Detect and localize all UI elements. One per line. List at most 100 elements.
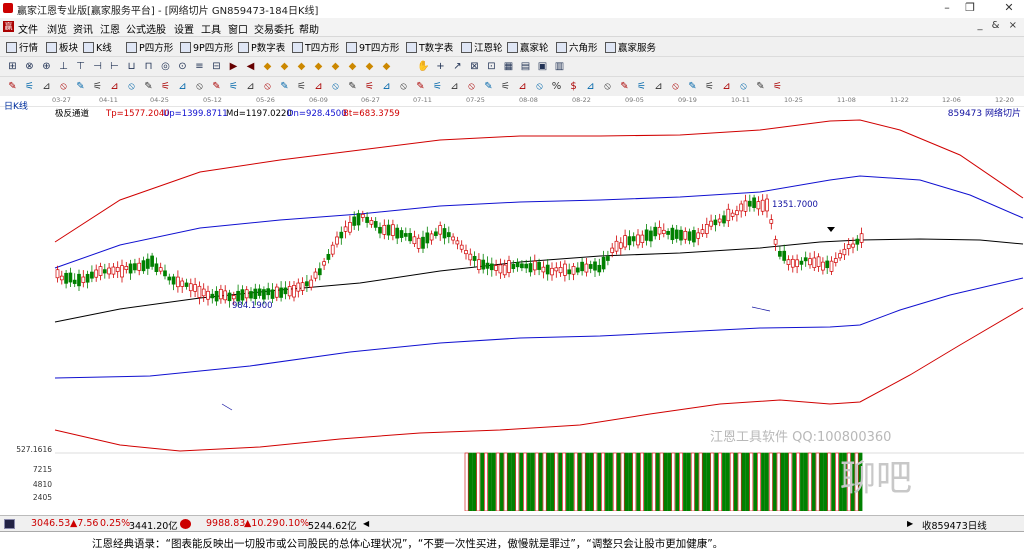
analysis-tool-icon[interactable]: ⚟ <box>635 80 648 93</box>
menu-settings[interactable]: 设置 <box>174 21 194 36</box>
sh-index-value[interactable]: 3046.53 <box>31 518 70 529</box>
drawing-tool-icon[interactable]: ◆ <box>278 60 291 73</box>
analysis-tool-icon[interactable]: ⊿ <box>516 80 529 93</box>
analysis-tool-icon[interactable]: ✎ <box>142 80 155 93</box>
analysis-tool-icon[interactable]: ⊿ <box>380 80 393 93</box>
analysis-tool-icon[interactable]: $ <box>567 80 580 93</box>
drawing-tool-icon[interactable]: ⊔ <box>125 60 138 73</box>
menu-browse[interactable]: 浏览 <box>47 21 67 36</box>
toolbar-button-1[interactable]: 行情 <box>6 40 38 54</box>
analysis-tool-icon[interactable]: ✎ <box>210 80 223 93</box>
drawing-tool-icon[interactable]: ◆ <box>312 60 325 73</box>
drawing-tool-icon[interactable]: ▦ <box>502 60 515 73</box>
drawing-tool-icon[interactable]: ⊟ <box>210 60 223 73</box>
drawing-tool-icon[interactable]: ▣ <box>536 60 549 73</box>
analysis-tool-icon[interactable]: ⊿ <box>40 80 53 93</box>
drawing-tool-icon[interactable]: ◆ <box>363 60 376 73</box>
analysis-tool-icon[interactable]: % <box>550 80 563 93</box>
drawing-tool-icon[interactable]: ◀ <box>244 60 257 73</box>
toolbar-button-8[interactable]: 9T四方形 <box>346 40 399 54</box>
drawing-tool-icon[interactable]: ⊢ <box>108 60 121 73</box>
menu-file[interactable]: 文件 <box>18 21 38 36</box>
analysis-tool-icon[interactable]: ⦸ <box>261 80 274 93</box>
drawing-tool-icon[interactable]: ⊙ <box>176 60 189 73</box>
toolbar-button-5[interactable]: 9P四方形 <box>180 40 233 54</box>
analysis-tool-icon[interactable]: ⦸ <box>193 80 206 93</box>
scroll-left-button[interactable]: ◀ <box>363 519 369 528</box>
close-button[interactable]: ✕ <box>994 0 1024 17</box>
sz-index-value[interactable]: 9988.83 <box>206 518 245 529</box>
drawing-tool-icon[interactable]: ⊓ <box>142 60 155 73</box>
analysis-tool-icon[interactable]: ⦸ <box>533 80 546 93</box>
drawing-tool-icon[interactable]: ◆ <box>295 60 308 73</box>
mdi-controls[interactable]: _ & × <box>977 20 1020 31</box>
analysis-tool-icon[interactable]: ⊿ <box>652 80 665 93</box>
analysis-tool-icon[interactable]: ⊿ <box>244 80 257 93</box>
analysis-tool-icon[interactable]: ✎ <box>618 80 631 93</box>
analysis-tool-icon[interactable]: ⚟ <box>431 80 444 93</box>
drawing-tool-icon[interactable]: ◎ <box>159 60 172 73</box>
analysis-tool-icon[interactable]: ⊿ <box>448 80 461 93</box>
analysis-tool-icon[interactable]: ⚟ <box>703 80 716 93</box>
analysis-tool-icon[interactable]: ⦸ <box>329 80 342 93</box>
drawing-tool-icon[interactable]: ⊣ <box>91 60 104 73</box>
analysis-tool-icon[interactable]: ⚟ <box>23 80 36 93</box>
drawing-tool-icon[interactable]: ≡ <box>193 60 206 73</box>
analysis-tool-icon[interactable]: ⊿ <box>312 80 325 93</box>
analysis-tool-icon[interactable]: ⦸ <box>397 80 410 93</box>
menu-gann[interactable]: 江恩 <box>100 21 120 36</box>
toolbar-button-11[interactable]: 赢家轮 <box>507 40 549 54</box>
analysis-tool-icon[interactable]: ⦸ <box>57 80 70 93</box>
analysis-tool-icon[interactable]: ⦸ <box>737 80 750 93</box>
toolbar-button-10[interactable]: 江恩轮 <box>461 40 503 54</box>
analysis-tool-icon[interactable]: ⦸ <box>669 80 682 93</box>
restore-button[interactable]: ❐ <box>955 0 985 17</box>
analysis-tool-icon[interactable]: ⚟ <box>771 80 784 93</box>
menu-help[interactable]: 帮助 <box>299 21 319 36</box>
analysis-tool-icon[interactable]: ⊿ <box>584 80 597 93</box>
analysis-tool-icon[interactable]: ⦸ <box>601 80 614 93</box>
kline-chart[interactable]: 极反通道 Tp=1577.2040Up=1399.8711Md=1197.0220… <box>0 106 1024 511</box>
analysis-tool-icon[interactable]: ✎ <box>482 80 495 93</box>
drawing-tool-icon[interactable]: ⊤ <box>74 60 87 73</box>
toolbar-button-7[interactable]: T四方形 <box>292 40 339 54</box>
drawing-tool-icon[interactable]: ◆ <box>380 60 393 73</box>
drawing-tool-icon[interactable]: ◆ <box>329 60 342 73</box>
toolbar-button-9[interactable]: T数字表 <box>406 40 453 54</box>
analysis-tool-icon[interactable]: ⚟ <box>363 80 376 93</box>
toolbar-button-12[interactable]: 六角形 <box>556 40 598 54</box>
analysis-tool-icon[interactable]: ✎ <box>686 80 699 93</box>
analysis-tool-icon[interactable]: ✎ <box>414 80 427 93</box>
menu-window[interactable]: 窗口 <box>228 21 248 36</box>
menu-info[interactable]: 资讯 <box>73 21 93 36</box>
drawing-tool-icon[interactable]: ✋ <box>417 60 430 73</box>
toolbar-button-2[interactable]: 板块 <box>46 40 78 54</box>
drawing-tool-icon[interactable]: ⊞ <box>6 60 19 73</box>
drawing-tool-icon[interactable]: ◆ <box>346 60 359 73</box>
analysis-tool-icon[interactable]: ⚟ <box>295 80 308 93</box>
menu-formula[interactable]: 公式选股 <box>126 21 166 36</box>
menu-trade[interactable]: 交易委托 <box>254 21 294 36</box>
drawing-tool-icon[interactable]: ⊠ <box>468 60 481 73</box>
scroll-right-button[interactable]: ▶ <box>907 519 913 528</box>
analysis-tool-icon[interactable]: ✎ <box>6 80 19 93</box>
analysis-tool-icon[interactable]: ⊿ <box>176 80 189 93</box>
toolbar-button-4[interactable]: P四方形 <box>126 40 173 54</box>
analysis-tool-icon[interactable]: ⚟ <box>227 80 240 93</box>
drawing-tool-icon[interactable]: ◆ <box>261 60 274 73</box>
analysis-tool-icon[interactable]: ✎ <box>754 80 767 93</box>
drawing-tool-icon[interactable]: ↗ <box>451 60 464 73</box>
analysis-tool-icon[interactable]: ⚟ <box>159 80 172 93</box>
drawing-tool-icon[interactable]: ⊡ <box>485 60 498 73</box>
toolbar-button-6[interactable]: P数字表 <box>238 40 285 54</box>
drawing-tool-icon[interactable]: ▤ <box>519 60 532 73</box>
analysis-tool-icon[interactable]: ✎ <box>346 80 359 93</box>
drawing-tool-icon[interactable]: + <box>434 60 447 73</box>
menu-tools[interactable]: 工具 <box>201 21 221 36</box>
analysis-tool-icon[interactable]: ✎ <box>278 80 291 93</box>
drawing-tool-icon[interactable]: ▶ <box>227 60 240 73</box>
toolbar-button-13[interactable]: 赢家服务 <box>605 40 656 54</box>
analysis-tool-icon[interactable]: ⊿ <box>720 80 733 93</box>
analysis-tool-icon[interactable]: ⚟ <box>91 80 104 93</box>
analysis-tool-icon[interactable]: ⦸ <box>125 80 138 93</box>
